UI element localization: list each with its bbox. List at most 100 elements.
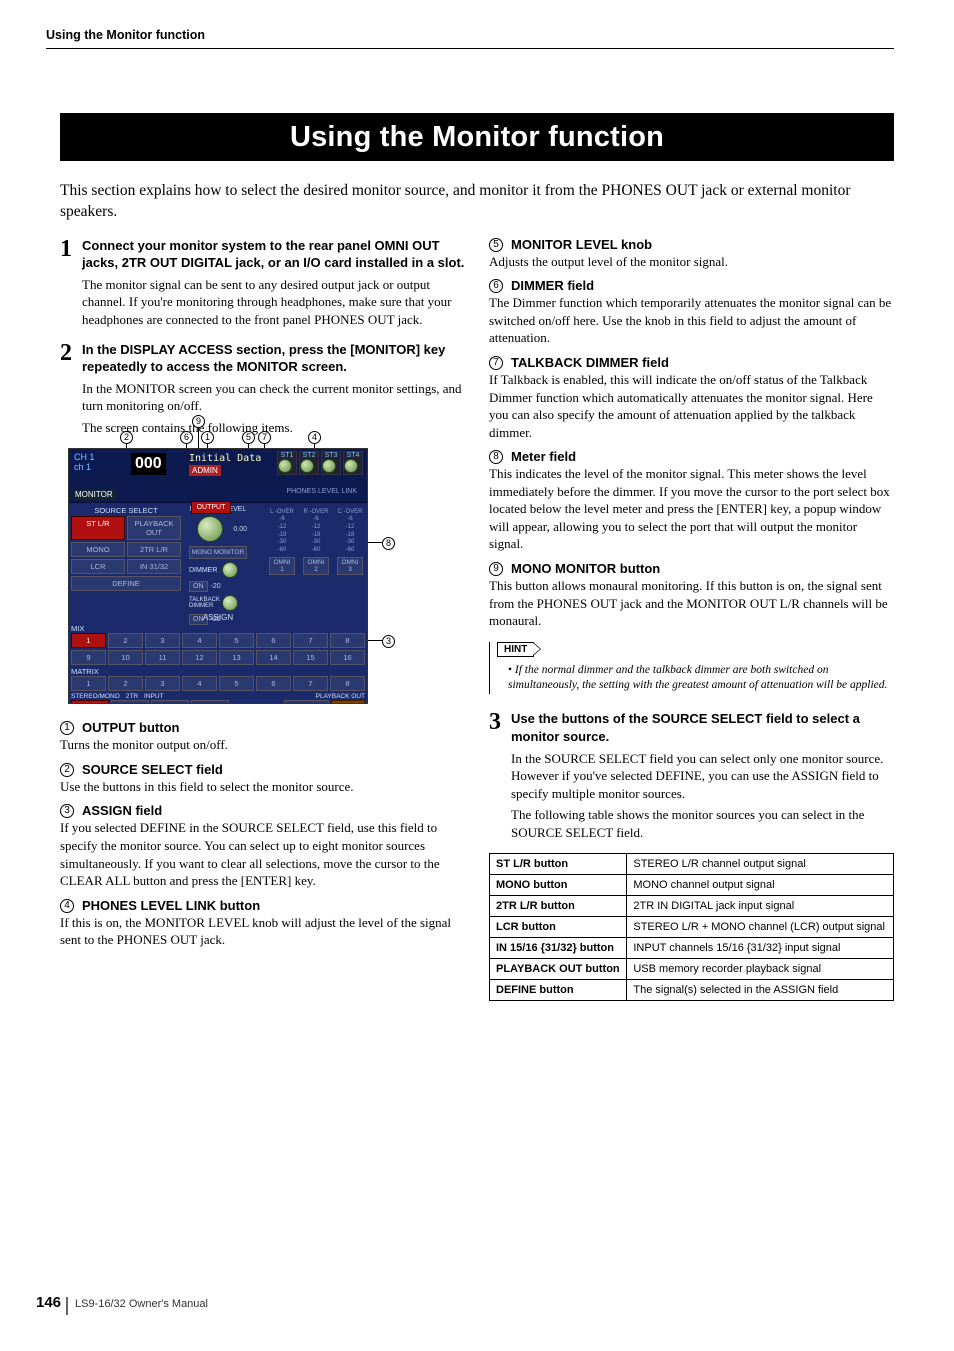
sub8-body: This indicates the level of the monitor … xyxy=(489,465,894,553)
scr-admin: ADMIN xyxy=(189,465,221,476)
step-number-1: 1 xyxy=(60,237,76,329)
scr-title: Initial Data xyxy=(189,453,261,464)
sub4-body: If this is on, the MONITOR LEVEL knob wi… xyxy=(60,914,465,949)
btn-in3132[interactable]: IN 31/32 xyxy=(127,559,181,574)
callout-3: 3 xyxy=(382,635,395,648)
scr-monitor-tab: MONITOR xyxy=(71,489,117,500)
circ-6: 6 xyxy=(489,279,503,293)
table-key: ST L/R button xyxy=(490,854,627,875)
table-row: IN 15/16 {31/32} buttonINPUT channels 15… xyxy=(490,938,894,959)
port-omni2[interactable]: OMNI 2 xyxy=(303,557,329,575)
callout-7: 7 xyxy=(258,431,271,444)
monitor-level-knob[interactable] xyxy=(197,516,223,542)
hint-text: If the normal dimmer and the talkback di… xyxy=(498,657,894,695)
step2-heading: In the DISPLAY ACCESS section, press the… xyxy=(82,341,465,376)
sub9-title: MONO MONITOR button xyxy=(511,561,660,576)
monitor-screen-mock: CH 1 ch 1 000 Initial Data ADMIN ST1 ST2… xyxy=(68,448,368,704)
circ-4: 4 xyxy=(60,899,74,913)
btn-st-lr[interactable]: ST L/R xyxy=(71,516,125,540)
manual-name: LS9-16/32 Owner's Manual xyxy=(75,1298,208,1310)
intro-text: This section explains how to select the … xyxy=(60,181,894,223)
hint-label: HINT xyxy=(497,642,534,657)
clear-all-button[interactable]: CLEAR ALL xyxy=(331,700,365,704)
page-footer: 146 LS9-16/32 Owner's Manual xyxy=(36,1294,208,1311)
table-val: MONO channel output signal xyxy=(627,875,894,896)
running-header: Using the Monitor function xyxy=(46,28,894,42)
section-title: Using the Monitor function xyxy=(60,113,894,161)
table-row: PLAYBACK OUT buttonUSB memory recorder p… xyxy=(490,959,894,980)
table-key: MONO button xyxy=(490,875,627,896)
circ-9: 9 xyxy=(489,562,503,576)
scr-phones-link: PHONES LEVEL LINK xyxy=(286,488,357,495)
circ-5: 5 xyxy=(489,238,503,252)
sub7-body: If Talkback is enabled, this will indica… xyxy=(489,371,894,441)
tb-dimmer-knob[interactable] xyxy=(222,595,238,611)
sub1-title: OUTPUT button xyxy=(82,720,179,735)
sub5-body: Adjusts the output level of the monitor … xyxy=(489,253,894,271)
table-key: DEFINE button xyxy=(490,980,627,1001)
step-2: 2 In the DISPLAY ACCESS section, press t… xyxy=(60,341,465,437)
sub2-title: SOURCE SELECT field xyxy=(82,762,223,777)
output-button[interactable]: OUTPUT xyxy=(191,501,231,514)
callout-6: 6 xyxy=(180,431,193,444)
sub1-body: Turns the monitor output on/off. xyxy=(60,736,465,754)
dimmer-knob[interactable] xyxy=(222,562,238,578)
scr-scene: 000 xyxy=(131,453,166,475)
btn-2tr[interactable]: 2TR L/R xyxy=(127,542,181,557)
btn-lcr[interactable]: LCR xyxy=(71,559,125,574)
sub8-title: Meter field xyxy=(511,449,576,464)
table-val: 2TR IN DIGITAL jack input signal xyxy=(627,896,894,917)
btn-define[interactable]: DEFINE xyxy=(71,576,181,591)
callout-5: 5 xyxy=(242,431,255,444)
sub4-title: PHONES LEVEL LINK button xyxy=(82,898,260,913)
step2-body1: In the MONITOR screen you can check the … xyxy=(82,380,465,415)
table-row: LCR buttonSTEREO L/R + MONO channel (LCR… xyxy=(490,917,894,938)
circ-3: 3 xyxy=(60,804,74,818)
circ-7: 7 xyxy=(489,356,503,370)
step-3: 3 Use the buttons of the SOURCE SELECT f… xyxy=(489,710,894,841)
source-select-panel: SOURCE SELECT ST L/R PLAYBACK OUT MONO 2… xyxy=(71,505,181,593)
sub9-body: This button allows monaural monitoring. … xyxy=(489,577,894,630)
port-omni1[interactable]: OMNI 1 xyxy=(269,557,295,575)
scr-st-group: ST1 ST2 ST3 ST4 xyxy=(277,451,363,475)
step-number-2: 2 xyxy=(60,341,76,437)
step-1: 1 Connect your monitor system to the rea… xyxy=(60,237,465,329)
circ-8: 8 xyxy=(489,450,503,464)
mono-monitor-button[interactable]: MONO MONITOR xyxy=(189,546,247,559)
step3-heading: Use the buttons of the SOURCE SELECT fie… xyxy=(511,710,894,745)
circ-2: 2 xyxy=(60,763,74,777)
table-row: ST L/R buttonSTEREO L/R channel output s… xyxy=(490,854,894,875)
source-select-table: ST L/R buttonSTEREO L/R channel output s… xyxy=(489,853,894,1001)
table-val: USB memory recorder playback signal xyxy=(627,959,894,980)
step3-body2: The following table shows the monitor so… xyxy=(511,806,894,841)
scr-ch1: CH 1 xyxy=(74,452,95,462)
step1-body: The monitor signal can be sent to any de… xyxy=(82,276,465,329)
scr-ch1b: ch 1 xyxy=(74,462,95,472)
sub6-title: DIMMER field xyxy=(511,278,594,293)
assign-field: ASSIGN MIX 1 2 3 4 5 6 7 8 xyxy=(71,611,365,704)
table-row: 2TR L/R button2TR IN DIGITAL jack input … xyxy=(490,896,894,917)
table-key: 2TR L/R button xyxy=(490,896,627,917)
table-val: STEREO L/R channel output signal xyxy=(627,854,894,875)
table-val: The signal(s) selected in the ASSIGN fie… xyxy=(627,980,894,1001)
table-val: STEREO L/R + MONO channel (LCR) output s… xyxy=(627,917,894,938)
circ-1: 1 xyxy=(60,721,74,735)
btn-mono[interactable]: MONO xyxy=(71,542,125,557)
monitor-level-panel: MONITOR LEVEL 0.00 MONO MONITOR DIMMER xyxy=(189,505,247,625)
sub3-title: ASSIGN field xyxy=(82,803,162,818)
table-row: DEFINE buttonThe signal(s) selected in t… xyxy=(490,980,894,1001)
footer-rule xyxy=(66,1297,68,1315)
table-key: IN 15/16 {31/32} button xyxy=(490,938,627,959)
callout-4: 4 xyxy=(308,431,321,444)
port-omni3[interactable]: OMNI 3 xyxy=(337,557,363,575)
step-number-3: 3 xyxy=(489,710,505,841)
sub7-title: TALKBACK DIMMER field xyxy=(511,355,669,370)
page-number: 146 xyxy=(36,1294,61,1311)
callout-9: 9 xyxy=(192,415,205,428)
dimmer-on[interactable]: ON xyxy=(189,581,208,592)
sub2-body: Use the buttons in this field to select … xyxy=(60,778,465,796)
btn-playback[interactable]: PLAYBACK OUT xyxy=(127,516,181,540)
step1-heading: Connect your monitor system to the rear … xyxy=(82,237,465,272)
callout-1: 1 xyxy=(201,431,214,444)
table-val: INPUT channels 15/16 {31/32} input signa… xyxy=(627,938,894,959)
